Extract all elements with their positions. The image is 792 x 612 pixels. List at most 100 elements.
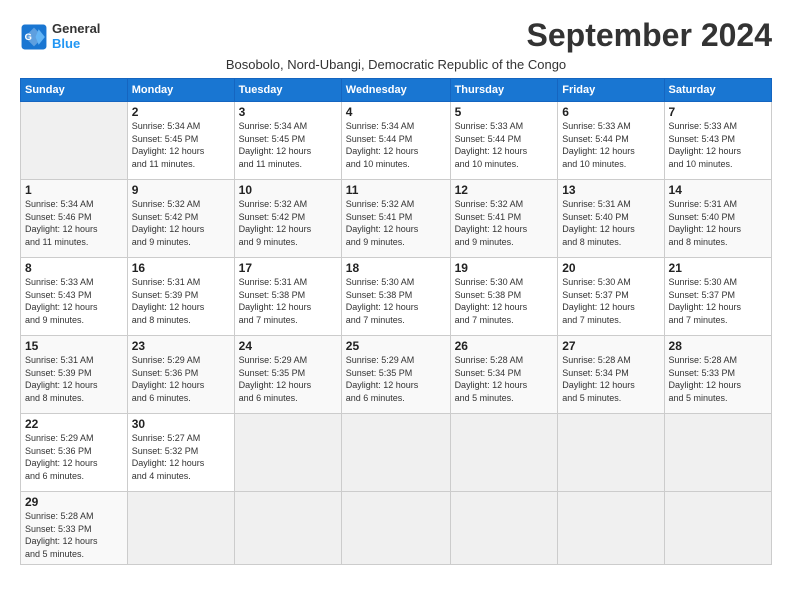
calendar-table: Sunday Monday Tuesday Wednesday Thursday… bbox=[20, 78, 772, 564]
table-row: 1Sunrise: 5:34 AM Sunset: 5:46 PM Daylig… bbox=[21, 180, 128, 258]
day-number: 26 bbox=[455, 339, 554, 353]
day-number: 25 bbox=[346, 339, 446, 353]
header-monday: Monday bbox=[127, 79, 234, 102]
table-row: 8Sunrise: 5:33 AM Sunset: 5:43 PM Daylig… bbox=[21, 258, 128, 336]
table-row bbox=[234, 414, 341, 492]
logo-icon: G bbox=[20, 23, 48, 51]
day-info: Sunrise: 5:34 AM Sunset: 5:45 PM Dayligh… bbox=[132, 120, 230, 170]
day-info: Sunrise: 5:32 AM Sunset: 5:42 PM Dayligh… bbox=[132, 198, 230, 248]
day-number: 21 bbox=[669, 261, 767, 275]
table-row: 12Sunrise: 5:32 AM Sunset: 5:41 PM Dayli… bbox=[450, 180, 558, 258]
day-info: Sunrise: 5:28 AM Sunset: 5:33 PM Dayligh… bbox=[25, 510, 123, 560]
day-info: Sunrise: 5:32 AM Sunset: 5:41 PM Dayligh… bbox=[346, 198, 446, 248]
table-row: 5Sunrise: 5:33 AM Sunset: 5:44 PM Daylig… bbox=[450, 102, 558, 180]
day-number: 14 bbox=[669, 183, 767, 197]
day-number: 28 bbox=[669, 339, 767, 353]
day-info: Sunrise: 5:31 AM Sunset: 5:39 PM Dayligh… bbox=[132, 276, 230, 326]
table-row: 22Sunrise: 5:29 AM Sunset: 5:36 PM Dayli… bbox=[21, 414, 128, 492]
day-info: Sunrise: 5:33 AM Sunset: 5:43 PM Dayligh… bbox=[669, 120, 767, 170]
day-number: 29 bbox=[25, 495, 123, 509]
table-row bbox=[127, 492, 234, 564]
calendar-header-row: Sunday Monday Tuesday Wednesday Thursday… bbox=[21, 79, 772, 102]
calendar-week-row: 29Sunrise: 5:28 AM Sunset: 5:33 PM Dayli… bbox=[21, 492, 772, 564]
table-row bbox=[450, 492, 558, 564]
table-row bbox=[558, 492, 664, 564]
table-row: 19Sunrise: 5:30 AM Sunset: 5:38 PM Dayli… bbox=[450, 258, 558, 336]
day-info: Sunrise: 5:29 AM Sunset: 5:36 PM Dayligh… bbox=[132, 354, 230, 404]
table-row: 2Sunrise: 5:34 AM Sunset: 5:45 PM Daylig… bbox=[127, 102, 234, 180]
day-info: Sunrise: 5:32 AM Sunset: 5:42 PM Dayligh… bbox=[239, 198, 337, 248]
day-info: Sunrise: 5:28 AM Sunset: 5:34 PM Dayligh… bbox=[562, 354, 659, 404]
table-row: 7Sunrise: 5:33 AM Sunset: 5:43 PM Daylig… bbox=[664, 102, 771, 180]
table-row bbox=[21, 102, 128, 180]
day-info: Sunrise: 5:30 AM Sunset: 5:38 PM Dayligh… bbox=[455, 276, 554, 326]
day-info: Sunrise: 5:32 AM Sunset: 5:41 PM Dayligh… bbox=[455, 198, 554, 248]
calendar-week-row: 15Sunrise: 5:31 AM Sunset: 5:39 PM Dayli… bbox=[21, 336, 772, 414]
day-number: 19 bbox=[455, 261, 554, 275]
day-info: Sunrise: 5:29 AM Sunset: 5:35 PM Dayligh… bbox=[346, 354, 446, 404]
table-row: 20Sunrise: 5:30 AM Sunset: 5:37 PM Dayli… bbox=[558, 258, 664, 336]
day-info: Sunrise: 5:29 AM Sunset: 5:36 PM Dayligh… bbox=[25, 432, 123, 482]
day-info: Sunrise: 5:33 AM Sunset: 5:43 PM Dayligh… bbox=[25, 276, 123, 326]
svg-text:G: G bbox=[25, 32, 32, 42]
day-number: 13 bbox=[562, 183, 659, 197]
day-info: Sunrise: 5:33 AM Sunset: 5:44 PM Dayligh… bbox=[562, 120, 659, 170]
table-row: 24Sunrise: 5:29 AM Sunset: 5:35 PM Dayli… bbox=[234, 336, 341, 414]
day-number: 17 bbox=[239, 261, 337, 275]
subtitle: Bosobolo, Nord-Ubangi, Democratic Republ… bbox=[20, 57, 772, 72]
day-number: 24 bbox=[239, 339, 337, 353]
day-number: 8 bbox=[25, 261, 123, 275]
table-row: 10Sunrise: 5:32 AM Sunset: 5:42 PM Dayli… bbox=[234, 180, 341, 258]
calendar-week-row: 1Sunrise: 5:34 AM Sunset: 5:46 PM Daylig… bbox=[21, 180, 772, 258]
header-friday: Friday bbox=[558, 79, 664, 102]
day-number: 10 bbox=[239, 183, 337, 197]
table-row: 26Sunrise: 5:28 AM Sunset: 5:34 PM Dayli… bbox=[450, 336, 558, 414]
table-row: 17Sunrise: 5:31 AM Sunset: 5:38 PM Dayli… bbox=[234, 258, 341, 336]
day-number: 27 bbox=[562, 339, 659, 353]
table-row: 6Sunrise: 5:33 AM Sunset: 5:44 PM Daylig… bbox=[558, 102, 664, 180]
logo: G General Blue bbox=[20, 22, 100, 52]
month-title: September 2024 bbox=[527, 18, 772, 53]
header-wednesday: Wednesday bbox=[341, 79, 450, 102]
day-info: Sunrise: 5:33 AM Sunset: 5:44 PM Dayligh… bbox=[455, 120, 554, 170]
table-row bbox=[664, 492, 771, 564]
day-number: 20 bbox=[562, 261, 659, 275]
table-row bbox=[450, 414, 558, 492]
header-saturday: Saturday bbox=[664, 79, 771, 102]
table-row: 27Sunrise: 5:28 AM Sunset: 5:34 PM Dayli… bbox=[558, 336, 664, 414]
table-row bbox=[664, 414, 771, 492]
table-row: 28Sunrise: 5:28 AM Sunset: 5:33 PM Dayli… bbox=[664, 336, 771, 414]
day-number: 18 bbox=[346, 261, 446, 275]
day-info: Sunrise: 5:34 AM Sunset: 5:44 PM Dayligh… bbox=[346, 120, 446, 170]
day-info: Sunrise: 5:28 AM Sunset: 5:34 PM Dayligh… bbox=[455, 354, 554, 404]
day-number: 6 bbox=[562, 105, 659, 119]
day-info: Sunrise: 5:30 AM Sunset: 5:38 PM Dayligh… bbox=[346, 276, 446, 326]
day-number: 2 bbox=[132, 105, 230, 119]
day-number: 4 bbox=[346, 105, 446, 119]
day-number: 3 bbox=[239, 105, 337, 119]
table-row: 4Sunrise: 5:34 AM Sunset: 5:44 PM Daylig… bbox=[341, 102, 450, 180]
day-number: 5 bbox=[455, 105, 554, 119]
header-sunday: Sunday bbox=[21, 79, 128, 102]
table-row: 29Sunrise: 5:28 AM Sunset: 5:33 PM Dayli… bbox=[21, 492, 128, 564]
table-row: 3Sunrise: 5:34 AM Sunset: 5:45 PM Daylig… bbox=[234, 102, 341, 180]
calendar-week-row: 8Sunrise: 5:33 AM Sunset: 5:43 PM Daylig… bbox=[21, 258, 772, 336]
table-row bbox=[558, 414, 664, 492]
day-number: 7 bbox=[669, 105, 767, 119]
table-row: 11Sunrise: 5:32 AM Sunset: 5:41 PM Dayli… bbox=[341, 180, 450, 258]
day-number: 12 bbox=[455, 183, 554, 197]
table-row bbox=[341, 414, 450, 492]
table-row: 15Sunrise: 5:31 AM Sunset: 5:39 PM Dayli… bbox=[21, 336, 128, 414]
table-row: 30Sunrise: 5:27 AM Sunset: 5:32 PM Dayli… bbox=[127, 414, 234, 492]
header-tuesday: Tuesday bbox=[234, 79, 341, 102]
day-info: Sunrise: 5:31 AM Sunset: 5:39 PM Dayligh… bbox=[25, 354, 123, 404]
table-row: 23Sunrise: 5:29 AM Sunset: 5:36 PM Dayli… bbox=[127, 336, 234, 414]
table-row: 14Sunrise: 5:31 AM Sunset: 5:40 PM Dayli… bbox=[664, 180, 771, 258]
day-number: 9 bbox=[132, 183, 230, 197]
day-info: Sunrise: 5:29 AM Sunset: 5:35 PM Dayligh… bbox=[239, 354, 337, 404]
table-row bbox=[341, 492, 450, 564]
day-info: Sunrise: 5:31 AM Sunset: 5:38 PM Dayligh… bbox=[239, 276, 337, 326]
day-number: 22 bbox=[25, 417, 123, 431]
table-row: 18Sunrise: 5:30 AM Sunset: 5:38 PM Dayli… bbox=[341, 258, 450, 336]
logo-text: General Blue bbox=[52, 22, 100, 52]
